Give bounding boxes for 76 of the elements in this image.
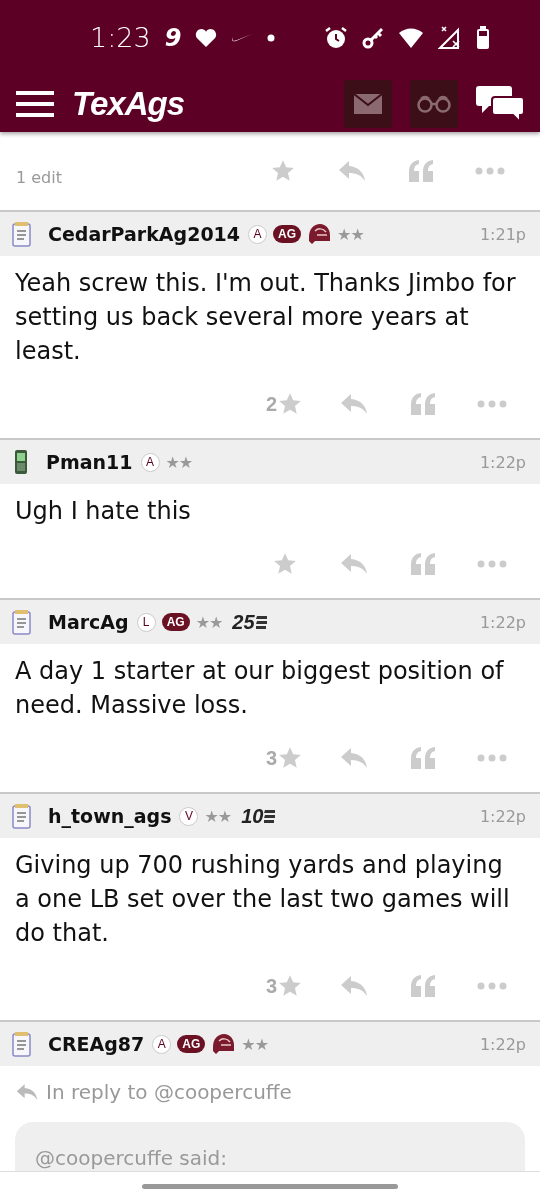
post-text: Giving up 700 rushing yards and playing a one LB set over the last two games will do that. bbox=[14, 850, 511, 949]
post-text: Ugh I hate this bbox=[14, 496, 192, 527]
post-time: 1:22p bbox=[479, 1034, 526, 1054]
username[interactable]: MarcAg bbox=[48, 611, 129, 633]
rank-number: 10 bbox=[241, 804, 264, 828]
quote-icon bbox=[409, 393, 436, 415]
reply-icon bbox=[339, 975, 368, 997]
reply-icon bbox=[339, 553, 368, 575]
phone-icon bbox=[12, 449, 30, 475]
more-icon bbox=[476, 754, 507, 762]
menu-icon bbox=[16, 89, 54, 118]
notepad-icon bbox=[12, 1031, 32, 1057]
app-notification: 9 bbox=[164, 23, 182, 52]
user-badge: AG bbox=[273, 225, 302, 243]
clock: 1:23 bbox=[90, 22, 151, 53]
username[interactable]: CedarParkAg2014 bbox=[48, 223, 241, 245]
signal-icon bbox=[438, 25, 462, 50]
quote-icon bbox=[407, 160, 434, 182]
dot-icon bbox=[267, 33, 276, 42]
post-text: A day 1 starter at our biggest position of need. Massive loss. bbox=[14, 656, 505, 721]
post-time: 1:22p bbox=[479, 452, 526, 472]
quote-author: @coopercuffe said: bbox=[35, 1146, 228, 1170]
star-rank: ★★ bbox=[195, 612, 223, 632]
more-icon bbox=[476, 560, 507, 568]
more-icon bbox=[474, 167, 505, 175]
user-badge: A bbox=[152, 1034, 172, 1054]
post-time: 1:22p bbox=[479, 612, 526, 632]
menu-button[interactable] bbox=[16, 89, 54, 118]
battery-icon bbox=[476, 25, 490, 50]
rank-number: 25 bbox=[232, 610, 255, 634]
post-time: 1:21p bbox=[479, 224, 526, 244]
alarm-icon bbox=[324, 25, 348, 50]
post-text: Yeah screw this. I'm out. Thanks Jimbo for setting us back several more years at least. bbox=[14, 268, 517, 367]
more-icon bbox=[476, 982, 507, 990]
user-badge: AG bbox=[161, 613, 190, 631]
wifi-icon bbox=[398, 26, 424, 49]
like-count: 3 bbox=[265, 974, 278, 998]
user-badge: V bbox=[179, 806, 199, 826]
user-badge: A bbox=[140, 452, 160, 472]
like-count: 2 bbox=[265, 392, 278, 416]
edit-note: 1 edit bbox=[16, 167, 62, 187]
helmet-icon bbox=[211, 1033, 236, 1055]
messages-button[interactable] bbox=[344, 79, 392, 128]
home-indicator[interactable] bbox=[142, 1183, 398, 1189]
reply-icon bbox=[339, 393, 368, 415]
logo[interactable]: TexAgs bbox=[72, 84, 184, 123]
username[interactable]: CREAg87 bbox=[48, 1033, 145, 1055]
envelope-icon bbox=[354, 93, 382, 114]
quote-icon bbox=[409, 553, 436, 575]
username[interactable]: h_town_ags bbox=[48, 805, 172, 827]
star-rank: ★★ bbox=[241, 1034, 268, 1054]
stripes-icon bbox=[255, 615, 268, 629]
helmet-icon bbox=[307, 223, 332, 245]
stripes-icon bbox=[264, 809, 277, 823]
star-rank: ★★ bbox=[165, 452, 193, 472]
reply-icon bbox=[339, 747, 368, 769]
user-badge: L bbox=[136, 612, 156, 632]
more-icon bbox=[476, 400, 507, 408]
like-count: 3 bbox=[265, 746, 278, 770]
watch-button[interactable] bbox=[410, 79, 458, 128]
reply-icon bbox=[16, 1083, 38, 1101]
quote-icon bbox=[409, 975, 436, 997]
post-time: 1:22p bbox=[479, 806, 526, 826]
user-badge: AG bbox=[177, 1035, 206, 1053]
notepad-icon bbox=[12, 609, 32, 635]
user-badge: A bbox=[248, 224, 268, 244]
heart-icon bbox=[195, 27, 218, 48]
quote-icon bbox=[409, 747, 436, 769]
notepad-icon bbox=[12, 803, 32, 829]
star-rank: ★★ bbox=[337, 224, 364, 244]
reply-icon bbox=[337, 160, 366, 182]
binoculars-icon bbox=[417, 94, 451, 113]
key-icon bbox=[362, 26, 384, 49]
notepad-icon bbox=[12, 221, 32, 247]
username[interactable]: Pman11 bbox=[46, 451, 133, 473]
star-rank: ★★ bbox=[204, 806, 232, 826]
